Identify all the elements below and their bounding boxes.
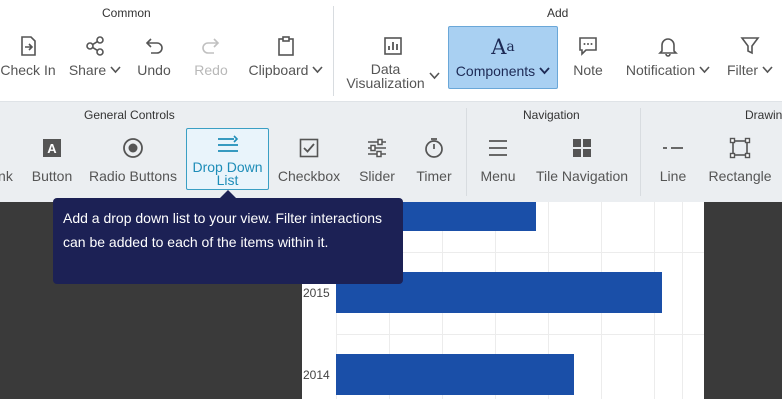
radio-buttons-button[interactable]: Radio Buttons [84,128,182,184]
redo-icon [200,30,222,62]
drop-down-list-button[interactable]: Drop Down List [186,128,269,190]
clipboard-icon [275,30,297,62]
font-icon: Aa [491,35,515,59]
share-button[interactable]: Share [64,30,126,78]
check-in-button[interactable]: Check In [0,30,57,78]
chart-gridline [682,202,683,399]
timer-button[interactable]: Timer [412,128,456,184]
y-axis-tick-label: 2015 [303,286,330,300]
group-label-navigation: Navigation [523,108,580,122]
undo-button[interactable]: Undo [132,30,176,78]
slider-button[interactable]: Slider [355,128,399,184]
checkbox-icon [299,128,319,168]
components-label: Components [455,63,536,79]
bell-icon [657,30,679,62]
undo-label: Undo [137,62,171,78]
tile-navigation-button[interactable]: Tile Navigation [530,128,634,184]
check-in-label: Check In [0,62,56,78]
timer-label: Timer [416,168,452,184]
tile-grid-icon [572,128,592,168]
components-button[interactable]: Aa Components [448,26,558,89]
undo-icon [143,30,165,62]
data-visualization-label-line2: Visualization [346,75,425,91]
radio-buttons-label: Radio Buttons [89,168,177,184]
redo-label: Redo [194,62,228,78]
drop-down-list-label-line2: List [216,172,239,188]
group-label-common: Common [102,6,151,20]
menu-label: Menu [480,168,516,184]
chevron-down-icon [762,66,773,74]
data-visualization-label-line1: Data [370,61,401,77]
filter-icon [739,30,761,62]
group-label-add: Add [547,6,569,20]
group-label-general-controls: General Controls [84,108,175,122]
clipboard-label: Clipboard [248,62,309,78]
button-component-button[interactable]: A Button [28,128,76,184]
hamburger-menu-icon [487,128,509,168]
rectangle-button[interactable]: Rectangle [704,128,776,184]
chart-gridline [336,334,704,335]
checkbox-label: Checkbox [277,168,341,184]
group-divider [333,6,334,96]
tile-navigation-label: Tile Navigation [535,168,629,184]
check-in-icon [17,30,39,62]
chevron-down-icon [539,67,550,75]
line-button[interactable]: Line [654,128,692,184]
bar-chart-icon [353,30,433,62]
redo-button[interactable]: Redo [189,30,233,78]
rectangle-icon [729,128,751,168]
drop-down-list-tooltip: Add a drop down list to your view. Filte… [53,198,403,284]
checkbox-button[interactable]: Checkbox [274,128,344,184]
notification-label: Notification [625,62,696,78]
stopwatch-icon [423,128,445,168]
chevron-down-icon [699,66,710,74]
top-ribbon: Common Add Check In Share Undo Redo Clip… [0,0,782,101]
rectangle-label: Rectangle [708,168,772,184]
share-icon [84,30,106,62]
notification-button[interactable]: Notification [620,30,716,78]
slider-label: Slider [359,168,395,184]
note-label: Note [573,62,603,78]
components-ribbon: General Controls Navigation Drawing Link… [0,101,782,202]
chevron-down-icon [110,66,121,74]
group-divider [466,108,467,196]
button-label: Button [31,168,73,184]
chevron-down-icon [429,72,440,80]
group-divider [640,108,641,196]
y-axis-tick-label: 2014 [303,368,330,382]
clipboard-button[interactable]: Clipboard [244,30,328,78]
link-label: Link [0,168,13,184]
chart-bar[interactable] [336,354,574,395]
radio-button-icon [122,128,144,168]
drop-down-list-icon [216,129,240,161]
comment-icon [577,30,599,62]
link-button[interactable]: Link [0,128,18,184]
line-icon [662,128,684,168]
filter-label: Filter [726,62,759,78]
share-label: Share [68,62,107,78]
chevron-down-icon [312,66,324,74]
filter-button[interactable]: Filter [722,30,778,78]
data-visualization-button[interactable]: Data Visualization [342,30,444,90]
group-label-drawing: Drawing [745,108,782,122]
svg-text:A: A [47,141,57,156]
menu-button[interactable]: Menu [476,128,520,184]
note-button[interactable]: Note [568,30,608,78]
tooltip-arrow [220,190,236,198]
button-icon: A [42,128,62,168]
line-label: Line [659,168,687,184]
slider-icon [366,128,388,168]
tooltip-text: Add a drop down list to your view. Filte… [63,210,383,250]
